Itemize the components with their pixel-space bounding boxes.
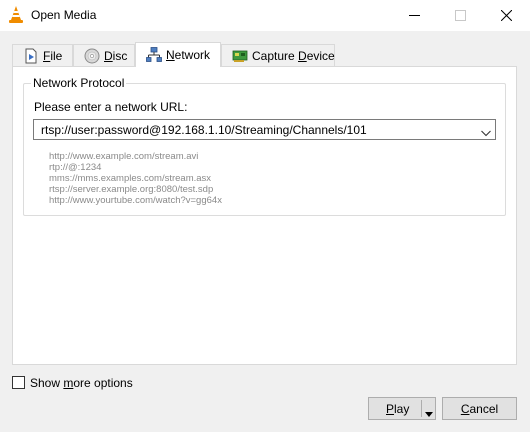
split-divider <box>421 400 422 417</box>
capture-card-icon <box>232 48 248 64</box>
tab-file-label: File <box>43 49 63 63</box>
disc-icon <box>84 48 100 64</box>
network-panel: Network Protocol Please enter a network … <box>12 66 517 365</box>
network-protocol-group: Network Protocol Please enter a network … <box>23 76 506 216</box>
tab-file[interactable]: File <box>12 44 73 66</box>
tab-network[interactable]: Network <box>135 42 221 67</box>
group-title: Network Protocol <box>31 76 127 90</box>
play-button-label: Play <box>386 402 410 416</box>
network-icon <box>146 47 162 63</box>
tab-network-label: Network <box>166 48 211 62</box>
tab-disc[interactable]: Disc <box>73 44 135 66</box>
example-url: http://www.example.com/stream.avi <box>49 151 199 162</box>
example-url: rtp://@:1234 <box>49 162 102 173</box>
chevron-down-icon[interactable] <box>481 126 491 140</box>
window-title: Open Media <box>31 8 97 22</box>
cancel-button[interactable]: Cancel <box>442 397 517 420</box>
show-more-options-label[interactable]: Show more options <box>30 376 133 390</box>
example-urls: http://www.example.com/stream.avi rtp://… <box>49 151 222 206</box>
network-url-combobox[interactable]: rtsp://user:password@192.168.1.10/Stream… <box>33 119 496 140</box>
maximize-button[interactable] <box>438 0 484 31</box>
url-prompt-label: Please enter a network URL: <box>34 100 188 114</box>
play-button[interactable]: Play <box>368 397 436 420</box>
network-url-value: rtsp://user:password@192.168.1.10/Stream… <box>41 123 367 137</box>
minimize-icon <box>409 15 420 16</box>
dropdown-arrow-icon[interactable] <box>425 406 433 420</box>
vlc-cone-icon <box>8 6 24 24</box>
title-bar: Open Media <box>0 0 530 31</box>
close-icon <box>501 10 512 21</box>
show-more-options-checkbox[interactable] <box>12 376 25 389</box>
minimize-button[interactable] <box>392 0 438 31</box>
example-url: http://www.yourtube.com/watch?v=gg64x <box>49 195 222 206</box>
maximize-icon <box>455 10 466 21</box>
tab-disc-label: Disc <box>104 49 128 63</box>
close-button[interactable] <box>484 0 530 31</box>
example-url: rtsp://server.example.org:8080/test.sdp <box>49 184 214 195</box>
example-url: mms://mms.examples.com/stream.asx <box>49 173 212 184</box>
tab-capture-device[interactable]: Capture Device <box>221 44 335 66</box>
tab-capture-device-label: Capture Device <box>252 49 335 63</box>
cancel-button-label: Cancel <box>460 402 499 416</box>
file-icon <box>23 48 39 64</box>
